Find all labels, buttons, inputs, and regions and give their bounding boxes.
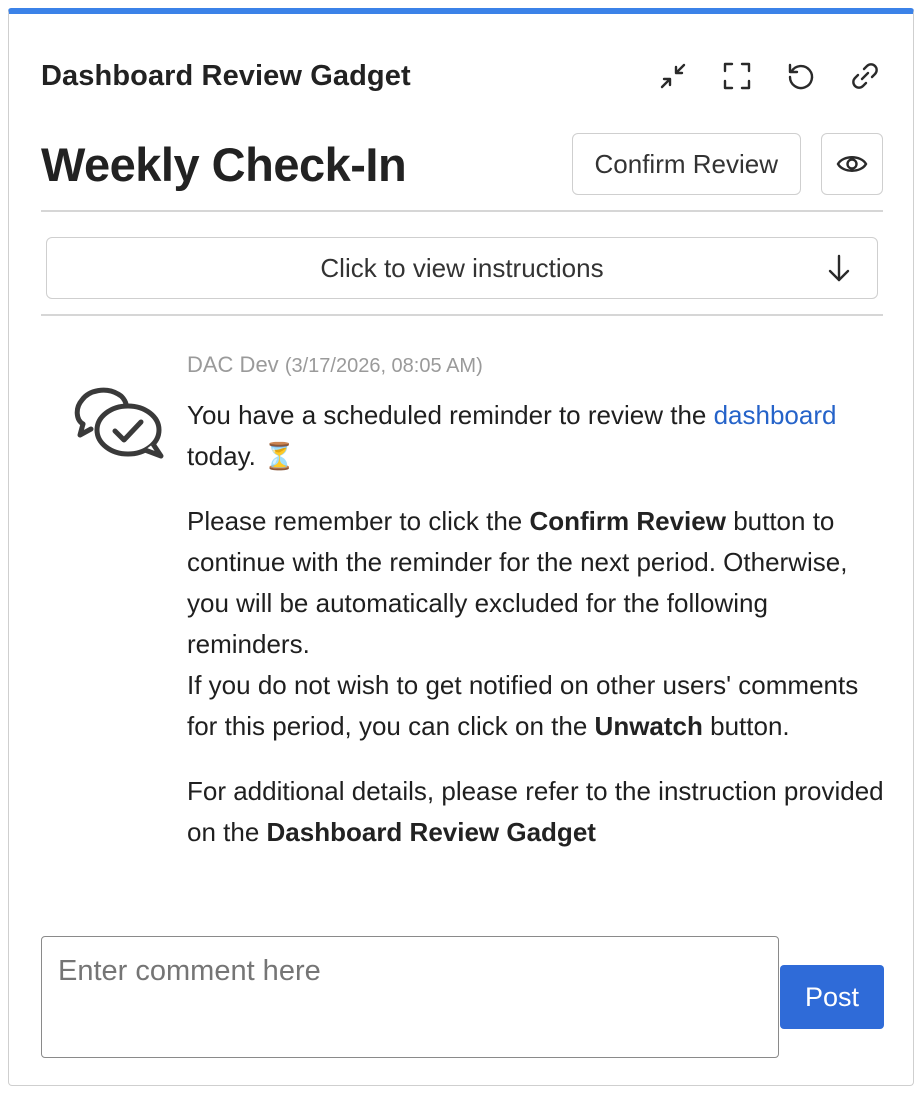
page-title: Weekly Check-In bbox=[41, 137, 407, 191]
message-text: today. ⏳ bbox=[187, 441, 296, 471]
gadget-title: Dashboard Review Gadget bbox=[41, 59, 411, 92]
message-meta: DAC Dev (3/17/2026, 08:05 AM) bbox=[187, 350, 887, 381]
gadget-header: Dashboard Review Gadget bbox=[41, 52, 889, 100]
message-paragraph: You have a scheduled reminder to review … bbox=[187, 395, 887, 477]
collapse-icon[interactable] bbox=[649, 52, 697, 100]
eye-icon bbox=[836, 156, 868, 172]
message-author: DAC Dev bbox=[187, 352, 279, 377]
arrow-down-icon bbox=[823, 252, 855, 284]
message-paragraph: Please remember to click the Confirm Rev… bbox=[187, 501, 887, 747]
message-paragraph: For additional details, please refer to … bbox=[187, 771, 887, 853]
instructions-label: Click to view instructions bbox=[320, 252, 604, 283]
message-bold: Dashboard Review Gadget bbox=[266, 817, 596, 847]
message-text: You have a scheduled reminder to review … bbox=[187, 400, 714, 430]
confirm-review-button[interactable]: Confirm Review bbox=[571, 133, 801, 195]
message-bold: Confirm Review bbox=[529, 506, 726, 536]
instructions-toggle[interactable]: Click to view instructions bbox=[46, 237, 878, 299]
divider bbox=[41, 210, 883, 212]
link-icon[interactable] bbox=[841, 52, 889, 100]
message-text: button. bbox=[702, 711, 790, 741]
message-timestamp: (3/17/2026, 08:05 AM) bbox=[284, 355, 483, 377]
comment-input[interactable] bbox=[41, 936, 779, 1058]
watch-button[interactable] bbox=[821, 133, 883, 195]
title-actions: Confirm Review bbox=[571, 133, 883, 195]
dashboard-review-gadget: Dashboard Review Gadget Weekly Check-In … bbox=[8, 8, 914, 1086]
message-text: Please remember to click the bbox=[187, 506, 530, 536]
gadget-toolbar bbox=[649, 52, 889, 100]
post-button[interactable]: Post bbox=[780, 965, 884, 1029]
fullscreen-icon[interactable] bbox=[713, 52, 761, 100]
title-row: Weekly Check-In Confirm Review bbox=[41, 124, 883, 204]
chat-check-icon bbox=[73, 378, 169, 464]
refresh-icon[interactable] bbox=[777, 52, 825, 100]
message-bold: Unwatch bbox=[594, 711, 703, 741]
dashboard-link[interactable]: dashboard bbox=[714, 400, 837, 430]
reminder-message: DAC Dev (3/17/2026, 08:05 AM) You have a… bbox=[187, 350, 887, 877]
divider bbox=[41, 314, 883, 316]
